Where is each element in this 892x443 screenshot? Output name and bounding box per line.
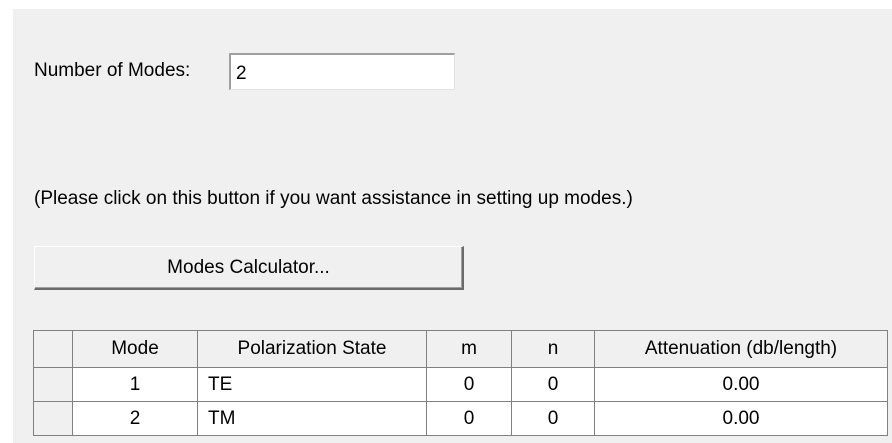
number-of-modes-input[interactable] — [229, 53, 455, 90]
column-header-attenuation[interactable]: Attenuation (db/length) — [594, 330, 888, 368]
row-selector[interactable] — [33, 367, 73, 402]
table-header-row: Mode Polarization State m n Attenuation … — [33, 330, 888, 368]
cell-n[interactable]: 0 — [511, 401, 595, 436]
column-header-mode[interactable]: Mode — [72, 330, 198, 368]
modes-panel: Number of Modes: (Please click on this b… — [13, 9, 892, 443]
assistance-hint: (Please click on this button if you want… — [34, 188, 633, 209]
cell-attenuation[interactable]: 0.00 — [594, 367, 888, 402]
number-of-modes-label: Number of Modes: — [34, 60, 191, 81]
modes-table: Mode Polarization State m n Attenuation … — [33, 330, 888, 436]
column-header-n[interactable]: n — [511, 330, 595, 368]
cell-m[interactable]: 0 — [426, 401, 512, 436]
cell-m[interactable]: 0 — [426, 367, 512, 402]
column-header-polarization[interactable]: Polarization State — [197, 330, 427, 368]
column-header-m[interactable]: m — [426, 330, 512, 368]
table-row: 2 TM 0 0 0.00 — [33, 401, 888, 436]
cell-mode[interactable]: 2 — [72, 401, 198, 436]
modes-calculator-button[interactable]: Modes Calculator... — [34, 246, 464, 290]
cell-attenuation[interactable]: 0.00 — [594, 401, 888, 436]
cell-n[interactable]: 0 — [511, 367, 595, 402]
cell-polarization[interactable]: TM — [197, 401, 427, 436]
row-header-corner[interactable] — [33, 330, 73, 368]
row-selector[interactable] — [33, 401, 73, 436]
cell-polarization[interactable]: TE — [197, 367, 427, 402]
cell-mode[interactable]: 1 — [72, 367, 198, 402]
table-row: 1 TE 0 0 0.00 — [33, 367, 888, 402]
